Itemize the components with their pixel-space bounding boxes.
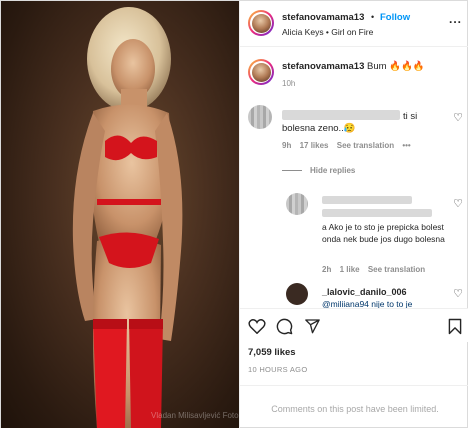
reply-username-blurred — [322, 196, 412, 204]
more-options-icon[interactable]: ... — [449, 12, 462, 26]
reply-avatar-blurred[interactable] — [286, 193, 308, 215]
post-side-panel: stefanovamama13 • Follow Alicia Keys • G… — [239, 1, 468, 428]
hide-replies-toggle[interactable]: Hide replies — [282, 166, 355, 175]
comment-likes[interactable]: 17 likes — [300, 141, 329, 150]
reply-time: 2h — [322, 265, 332, 274]
hide-replies-line — [282, 170, 302, 172]
comment-time: 9h — [282, 141, 292, 150]
post-dialog: Vladan Milisavljević Fotografija stefano… — [0, 0, 468, 428]
reply-text: a Ako je to sto je prepicka bolest onda … — [322, 222, 445, 244]
comment-meta: 9h 17 likes See translation ••• — [282, 141, 417, 150]
photo-illustration — [72, 7, 183, 428]
reply-see-translation-link[interactable]: See translation — [368, 265, 425, 274]
hide-replies-label[interactable]: Hide replies — [310, 166, 355, 175]
caption-username[interactable]: stefanovamama13 — [282, 61, 364, 72]
save-bookmark-icon[interactable] — [448, 318, 462, 335]
comment-like-heart-icon[interactable]: ♡ — [453, 111, 463, 124]
caption-text: Bum 🔥🔥🔥 — [367, 61, 425, 72]
comment-more-icon[interactable]: ••• — [402, 141, 410, 150]
comment-bubble-icon[interactable] — [276, 318, 293, 335]
reply-like-heart-icon[interactable]: ♡ — [453, 197, 463, 210]
reply-2-username[interactable]: _lalovic_danilo_006 — [322, 287, 407, 297]
comment-text-line-2: bolesna zeno..😥 — [282, 123, 356, 134]
author-avatar[interactable] — [248, 10, 274, 36]
comment-avatar-blurred[interactable] — [248, 105, 272, 129]
see-translation-link[interactable]: See translation — [337, 141, 394, 150]
author-username[interactable]: stefanovamama13 — [282, 12, 364, 23]
reply-mention-blurred — [322, 209, 432, 217]
post-header: stefanovamama13 • Follow Alicia Keys • G… — [240, 1, 468, 47]
music-label[interactable]: Alicia Keys • Girl on Fire — [282, 27, 373, 37]
post-actions-bar — [240, 308, 468, 342]
like-heart-icon[interactable] — [248, 318, 266, 334]
comment-text: ti si — [403, 111, 418, 122]
reply-2-like-heart-icon[interactable]: ♡ — [453, 287, 463, 300]
reply-likes[interactable]: 1 like — [340, 265, 360, 274]
comments-limited-notice: Comments on this post have been limited. — [240, 385, 468, 428]
share-paper-plane-icon[interactable] — [304, 318, 321, 334]
caption-time: 10h — [282, 79, 296, 88]
reply-meta: 2h 1 like See translation — [322, 265, 431, 274]
post-time-ago: 10 HOURS AGO — [248, 365, 308, 374]
caption-avatar[interactable] — [248, 59, 274, 85]
reply-2-avatar[interactable] — [286, 283, 308, 305]
follow-button[interactable]: Follow — [380, 12, 410, 23]
post-photo[interactable]: Vladan Milisavljević Fotografija — [1, 1, 239, 428]
comment-username-blurred — [282, 110, 400, 120]
likes-count[interactable]: 7,059 likes — [248, 347, 296, 358]
separator-dot: • — [371, 12, 375, 22]
photo-watermark: Vladan Milisavljević Fotografija — [151, 411, 239, 420]
